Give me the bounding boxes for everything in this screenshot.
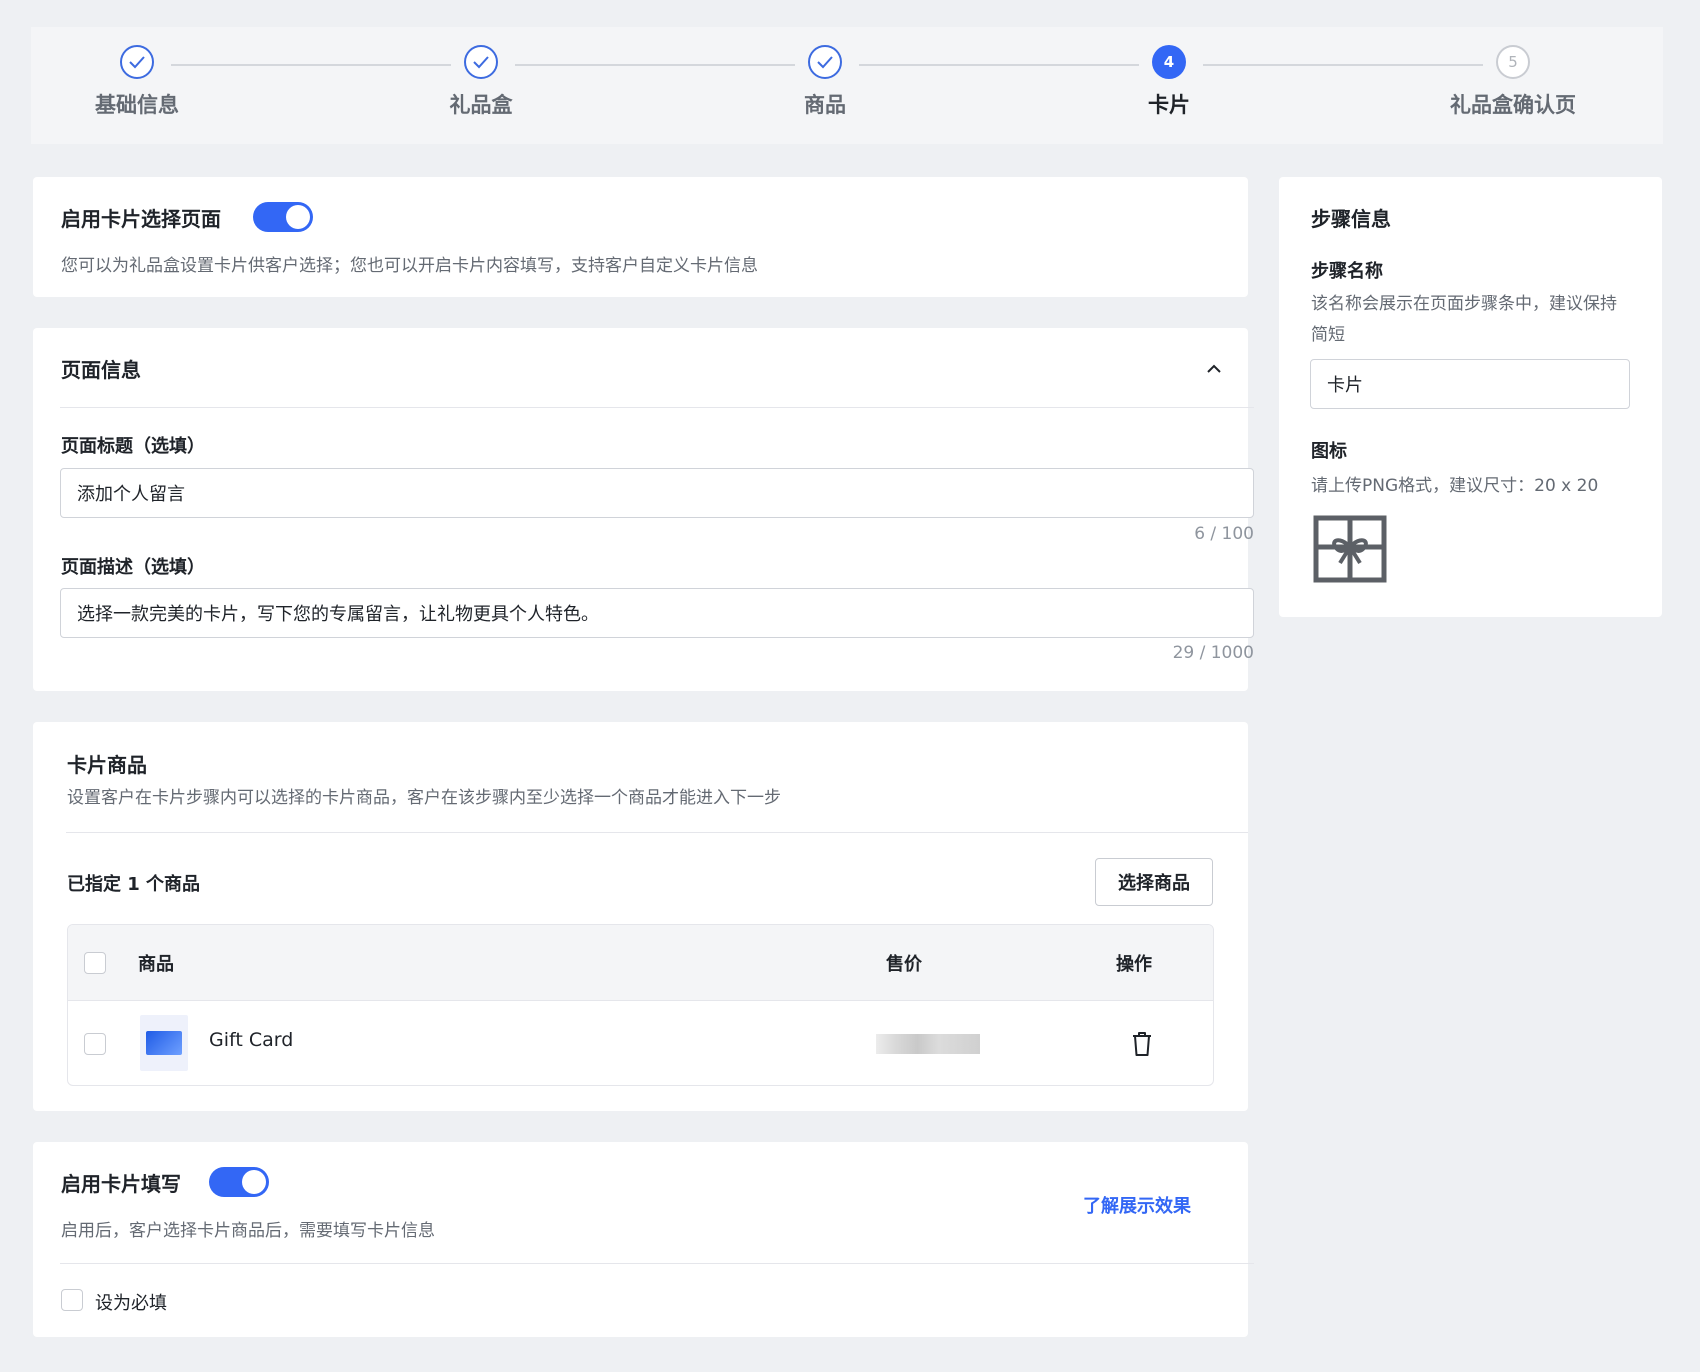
divider <box>60 1263 1254 1264</box>
chevron-up-icon[interactable] <box>1203 358 1225 380</box>
card-select-description: 您可以为礼品盒设置卡片供客户选择；您也可以开启卡片内容填写，支持客户自定义卡片信… <box>61 256 758 276</box>
toggle-knob <box>242 1170 266 1194</box>
gift-icon[interactable] <box>1313 515 1387 583</box>
step-label: 商品 <box>804 93 846 117</box>
card-select-section: 启用卡片选择页面 您可以为礼品盒设置卡片供客户选择；您也可以开启卡片内容填写，支… <box>33 177 1248 297</box>
trash-icon[interactable] <box>1130 1031 1154 1057</box>
step-products[interactable]: 商品 <box>725 45 925 119</box>
product-thumbnail <box>140 1015 188 1071</box>
table-header: 商品 售价 操作 <box>68 925 1213 1001</box>
card-select-toggle[interactable] <box>253 202 313 232</box>
column-action: 操作 <box>1116 954 1152 975</box>
step-confirm[interactable]: 5 礼品盒确认页 <box>1413 45 1613 119</box>
product-name[interactable]: Gift Card <box>209 1029 293 1051</box>
card-products-section: 卡片商品 设置客户在卡片步骤内可以选择的卡片商品，客户在该步骤内至少选择一个商品… <box>33 722 1248 1111</box>
step-info-title: 步骤信息 <box>1311 207 1391 231</box>
card-products-title: 卡片商品 <box>67 753 147 777</box>
step-gift-box[interactable]: 礼品盒 <box>381 45 581 119</box>
preview-effect-link[interactable]: 了解展示效果 <box>1083 1192 1191 1218</box>
steps-bar: 基础信息 礼品盒 商品 4 卡片 5 礼品盒确认页 <box>31 27 1663 144</box>
page-title-label: 页面标题（选填） <box>61 436 205 457</box>
page-desc-input[interactable] <box>60 588 1254 638</box>
page-title-counter: 6 / 100 <box>1194 524 1254 544</box>
step-card[interactable]: 4 卡片 <box>1069 45 1269 119</box>
price-redacted <box>876 1034 980 1054</box>
card-fill-title: 启用卡片填写 <box>61 1172 181 1196</box>
required-checkbox[interactable] <box>61 1289 83 1311</box>
column-price: 售价 <box>886 954 922 975</box>
assigned-count: 已指定 1 个商品 <box>67 874 201 895</box>
icon-description: 请上传PNG格式，建议尺寸：20 x 20 <box>1311 476 1599 496</box>
step-label: 礼品盒 <box>449 93 513 117</box>
card-products-description: 设置客户在卡片步骤内可以选择的卡片商品，客户在该步骤内至少选择一个商品才能进入下… <box>67 788 781 808</box>
products-table: 商品 售价 操作 Gift Card <box>67 924 1214 1086</box>
step-number: 4 <box>1152 45 1186 79</box>
card-fill-description: 启用后，客户选择卡片商品后，需要填写卡片信息 <box>61 1221 435 1241</box>
card-fill-toggle[interactable] <box>209 1167 269 1197</box>
step-label: 卡片 <box>1148 93 1190 117</box>
column-product: 商品 <box>138 954 174 975</box>
row-checkbox[interactable] <box>84 1033 106 1055</box>
page-title-input[interactable] <box>60 468 1254 518</box>
step-label: 礼品盒确认页 <box>1450 93 1576 117</box>
page-info-section: 页面信息 页面标题（选填） 6 / 100 页面描述（选填） 29 / 1000 <box>33 328 1254 691</box>
step-number: 5 <box>1496 45 1530 79</box>
icon-label: 图标 <box>1311 441 1347 462</box>
gift-card-image <box>146 1031 182 1055</box>
required-label: 设为必填 <box>95 1293 167 1314</box>
select-products-button[interactable]: 选择商品 <box>1095 858 1213 906</box>
page-info-title: 页面信息 <box>61 358 141 382</box>
check-icon <box>464 45 498 79</box>
table-row: Gift Card <box>68 1002 1213 1085</box>
card-fill-section: 启用卡片填写 启用后，客户选择卡片商品后，需要填写卡片信息 了解展示效果 设为必… <box>33 1142 1254 1337</box>
check-icon <box>120 45 154 79</box>
step-info-panel: 步骤信息 步骤名称 该名称会展示在页面步骤条中，建议保持简短 图标 请上传PNG… <box>1279 177 1662 617</box>
toggle-knob <box>286 205 310 229</box>
step-basic-info[interactable]: 基础信息 <box>37 45 237 119</box>
step-name-description: 该名称会展示在页面步骤条中，建议保持简短 <box>1311 294 1617 345</box>
step-label: 基础信息 <box>95 93 179 117</box>
select-all-checkbox[interactable] <box>84 952 106 974</box>
step-name-input[interactable] <box>1310 359 1630 409</box>
divider <box>60 407 1254 408</box>
step-name-label: 步骤名称 <box>1311 261 1383 282</box>
page-desc-counter: 29 / 1000 <box>1172 643 1254 663</box>
page-desc-label: 页面描述（选填） <box>61 557 205 578</box>
check-icon <box>808 45 842 79</box>
card-select-title: 启用卡片选择页面 <box>61 207 221 231</box>
divider <box>66 832 1248 833</box>
